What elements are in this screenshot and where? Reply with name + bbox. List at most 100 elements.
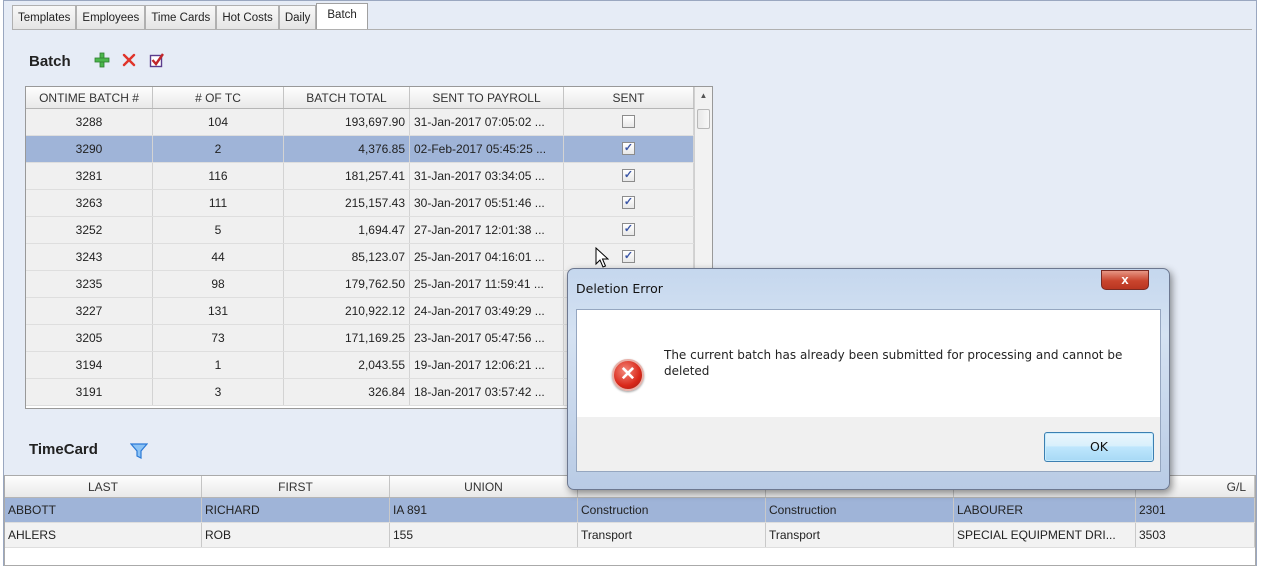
sent-to-payroll-cell: 27-Jan-2017 12:01:38 ... [410, 217, 564, 243]
tc-count-cell: 3 [153, 379, 284, 405]
tab-daily[interactable]: Daily [278, 5, 317, 30]
sent-cell: ✓ [564, 217, 694, 243]
col-last[interactable]: LAST [5, 476, 202, 497]
batch-row[interactable]: 3288 104 193,697.90 31-Jan-2017 07:05:02 ..… [26, 109, 712, 136]
tc-count-cell: 98 [153, 271, 284, 297]
deletion-error-dialog: Deletion Error x ✕ The current batch has… [567, 268, 1170, 490]
union-cell: IA 891 [390, 498, 578, 522]
filter-icon[interactable] [129, 442, 149, 465]
batch-section-title: Batch [29, 53, 71, 70]
scroll-up-arrow-icon[interactable]: ▲ [695, 87, 712, 105]
batch-id-cell: 3227 [26, 298, 153, 324]
batch-id-cell: 3205 [26, 325, 153, 351]
batch-id-cell: 3194 [26, 352, 153, 378]
batch-row[interactable]: 3281 116 181,257.41 31-Jan-2017 03:34:05 ..… [26, 163, 712, 190]
checked-checkbox-icon[interactable]: ✓ [622, 196, 635, 210]
col-batch-total[interactable]: BATCH TOTAL [284, 87, 410, 108]
col-sent-to-payroll[interactable]: SENT TO PAYROLL [410, 87, 564, 108]
batch-id-cell: 3235 [26, 271, 153, 297]
sent-to-payroll-cell: 25-Jan-2017 11:59:41 ... [410, 271, 564, 297]
dialog-footer: OK [576, 417, 1161, 472]
tc-count-cell: 116 [153, 163, 284, 189]
error-message: The current batch has already been submi… [664, 348, 1123, 378]
scroll-thumb[interactable] [697, 109, 710, 129]
error-icon: ✕ [612, 359, 644, 391]
department-cell: Construction [578, 498, 766, 522]
batch-row[interactable]: 3243 44 85,123.07 25-Jan-2017 04:16:01 ... ✓ [26, 244, 712, 271]
sent-cell [564, 109, 694, 135]
account-cell: Transport [766, 523, 954, 547]
last-name-cell: AHLERS [5, 523, 202, 547]
tc-count-cell: 111 [153, 190, 284, 216]
tab-time-cards[interactable]: Time Cards [145, 5, 217, 30]
col-sent[interactable]: SENT [564, 87, 694, 108]
timecard-rows: ABBOTT RICHARD IA 891 Construction Construct… [5, 498, 1255, 548]
dialog-title: Deletion Error [576, 281, 663, 296]
ok-button[interactable]: OK [1044, 432, 1154, 462]
sent-to-payroll-cell: 31-Jan-2017 03:34:05 ... [410, 163, 564, 189]
sent-to-payroll-cell: 25-Jan-2017 04:16:01 ... [410, 244, 564, 270]
gl-cell: 3503 [1136, 523, 1255, 547]
col-union[interactable]: UNION [390, 476, 578, 497]
checked-checkbox-icon[interactable]: ✓ [622, 250, 635, 264]
sent-to-payroll-cell: 23-Jan-2017 05:47:56 ... [410, 325, 564, 351]
tab-hot-costs[interactable]: Hot Costs [216, 5, 279, 30]
first-name-cell: ROB [202, 523, 390, 547]
sent-to-payroll-cell: 24-Jan-2017 03:49:29 ... [410, 298, 564, 324]
batch-table-header: ONTIME BATCH # # OF TC BATCH TOTAL SENT … [26, 87, 712, 109]
col-first[interactable]: FIRST [202, 476, 390, 497]
sent-cell: ✓ [564, 190, 694, 216]
mark-sent-icon[interactable] [149, 52, 165, 73]
timecard-row[interactable]: AHLERS ROB 155 Transport Transport SPECIAL EQ… [5, 523, 1255, 548]
close-icon[interactable]: x [1101, 270, 1149, 290]
sent-cell: ✓ [564, 163, 694, 189]
add-icon[interactable] [94, 52, 110, 73]
batch-id-cell: 3263 [26, 190, 153, 216]
sent-to-payroll-cell: 18-Jan-2017 03:57:42 ... [410, 379, 564, 405]
tc-count-cell: 2 [153, 136, 284, 162]
first-name-cell: RICHARD [202, 498, 390, 522]
timecard-row[interactable]: ABBOTT RICHARD IA 891 Construction Construct… [5, 498, 1255, 523]
tc-count-cell: 104 [153, 109, 284, 135]
tc-count-cell: 44 [153, 244, 284, 270]
batch-total-cell: 326.84 [284, 379, 410, 405]
batch-total-cell: 2,043.55 [284, 352, 410, 378]
sent-to-payroll-cell: 31-Jan-2017 07:05:02 ... [410, 109, 564, 135]
gl-cell: 2301 [1136, 498, 1255, 522]
sent-to-payroll-cell: 30-Jan-2017 05:51:46 ... [410, 190, 564, 216]
batch-total-cell: 179,762.50 [284, 271, 410, 297]
batch-total-cell: 181,257.41 [284, 163, 410, 189]
tc-count-cell: 1 [153, 352, 284, 378]
checked-checkbox-icon[interactable]: ✓ [622, 223, 635, 237]
batch-id-cell: 3252 [26, 217, 153, 243]
checked-checkbox-icon[interactable]: ✓ [622, 169, 635, 183]
unchecked-checkbox-icon[interactable] [622, 115, 635, 129]
sent-cell: ✓ [564, 136, 694, 162]
last-name-cell: ABBOTT [5, 498, 202, 522]
tab-batch[interactable]: Batch [316, 3, 368, 30]
tab-bar: Templates Employees Time Cards Hot Costs… [12, 3, 368, 30]
col-ontime-batch[interactable]: ONTIME BATCH # [26, 87, 153, 108]
batch-id-cell: 3243 [26, 244, 153, 270]
department-cell: Transport [578, 523, 766, 547]
batch-total-cell: 215,157.43 [284, 190, 410, 216]
tc-count-cell: 5 [153, 217, 284, 243]
tab-templates[interactable]: Templates [12, 5, 77, 30]
batch-row[interactable]: 3263 111 215,157.43 30-Jan-2017 05:51:46 ..… [26, 190, 712, 217]
col-of-tc[interactable]: # OF TC [153, 87, 284, 108]
job-cell: SPECIAL EQUIPMENT DRI... [954, 523, 1136, 547]
tc-count-cell: 73 [153, 325, 284, 351]
batch-row[interactable]: 3252 5 1,694.47 27-Jan-2017 12:01:38 ... ✓ [26, 217, 712, 244]
mouse-pointer-icon [595, 246, 610, 272]
tab-employees[interactable]: Employees [76, 5, 146, 30]
batch-id-cell: 3281 [26, 163, 153, 189]
tab-divider [12, 29, 1252, 30]
checked-checkbox-icon[interactable]: ✓ [622, 142, 635, 156]
batch-total-cell: 1,694.47 [284, 217, 410, 243]
batch-total-cell: 171,169.25 [284, 325, 410, 351]
batch-total-cell: 193,697.90 [284, 109, 410, 135]
batch-row[interactable]: 3290 2 4,376.85 02-Feb-2017 05:45:25 ... ✓ [26, 136, 712, 163]
sent-to-payroll-cell: 19-Jan-2017 12:06:21 ... [410, 352, 564, 378]
batch-total-cell: 4,376.85 [284, 136, 410, 162]
delete-icon[interactable] [122, 52, 136, 73]
